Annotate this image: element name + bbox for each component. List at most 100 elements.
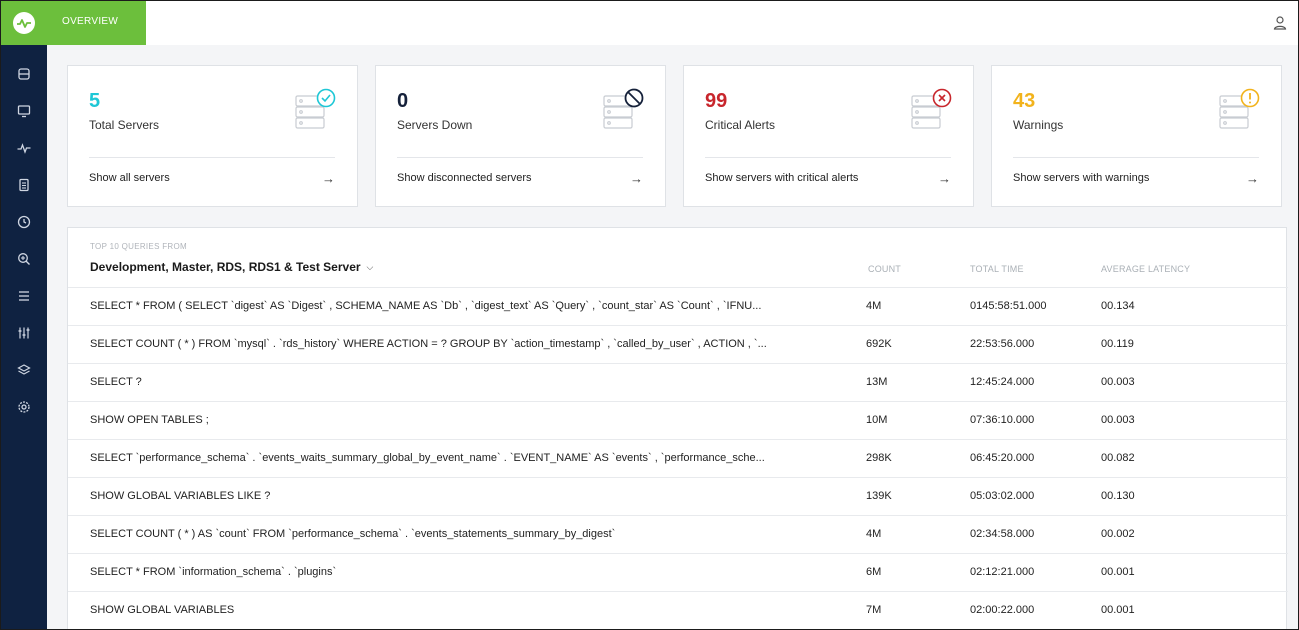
query-text: SELECT COUNT ( * ) AS `count` FROM `perf…: [90, 528, 616, 540]
card-value: 0: [397, 90, 409, 112]
sidebar-item-activity[interactable]: [1, 129, 47, 166]
user-icon[interactable]: [1272, 15, 1288, 31]
arrow-right-icon: →: [630, 170, 643, 186]
query-latency: 00.119: [1101, 338, 1134, 350]
query-text: SELECT * FROM ( SELECT `digest` AS `Dige…: [90, 300, 762, 312]
table-row[interactable]: SELECT COUNT ( * ) FROM `mysql` . `rds_h…: [68, 325, 1288, 363]
query-count: 298K: [866, 452, 892, 464]
list-icon: [19, 290, 29, 301]
table-row[interactable]: SELECT * FROM `information_schema` . `pl…: [68, 553, 1288, 591]
query-count: 6M: [866, 566, 882, 578]
top-queries-panel: TOP 10 QUERIES FROM Development, Master,…: [67, 227, 1288, 629]
server-group-dropdown[interactable]: Development, Master, RDS, RDS1 & Test Se…: [90, 260, 373, 274]
sidebar-item-settings[interactable]: [1, 388, 47, 425]
query-text: SELECT `performance_schema` . `events_wa…: [90, 452, 765, 464]
server-prohibited-icon: [603, 88, 644, 129]
query-latency: 00.134: [1101, 300, 1135, 312]
server-group-label: Development, Master, RDS, RDS1 & Test Se…: [90, 260, 361, 274]
query-count: 4M: [866, 528, 882, 540]
server-check-icon: [295, 88, 336, 129]
query-count: 692K: [866, 338, 892, 350]
show-critical-servers-link[interactable]: Show servers with critical alerts →: [705, 166, 951, 190]
column-header-count[interactable]: COUNT: [868, 264, 901, 274]
query-text: SELECT COUNT ( * ) FROM `mysql` . `rds_h…: [90, 338, 767, 350]
app-window: OVERVIEW 5 Total Servers Show all server…: [0, 0, 1299, 630]
card-link-label: Show servers with critical alerts: [705, 172, 859, 184]
top-bar: OVERVIEW: [47, 1, 1298, 45]
card-value: 99: [705, 90, 728, 112]
database-icon: [18, 67, 30, 80]
show-all-servers-link[interactable]: Show all servers →: [89, 166, 335, 190]
tab-overview[interactable]: OVERVIEW: [47, 1, 146, 45]
query-count: 10M: [866, 414, 888, 426]
column-header-average-latency[interactable]: AVERAGE LATENCY: [1101, 264, 1190, 274]
table-row[interactable]: SHOW GLOBAL VARIABLES 7M 02:00:22.000 00.00…: [68, 591, 1288, 629]
sidebar-item-history[interactable]: [1, 203, 47, 240]
server-exclamation-icon: [1219, 88, 1260, 129]
table-row[interactable]: SELECT ? 13M 12:45:24.000 00.003: [68, 363, 1288, 401]
card-label: Total Servers: [89, 118, 160, 132]
card-value: 43: [1013, 90, 1036, 112]
pulse-logo-icon: [13, 12, 35, 34]
query-latency: 00.001: [1101, 604, 1135, 616]
query-text: SELECT ?: [90, 376, 142, 388]
sidebar-item-monitor[interactable]: [1, 92, 47, 129]
query-text: SHOW OPEN TABLES ;: [90, 414, 209, 426]
table-row[interactable]: SELECT COUNT ( * ) AS `count` FROM `perf…: [68, 515, 1288, 553]
card-link-label: Show disconnected servers: [397, 172, 532, 184]
arrow-right-icon: →: [1246, 170, 1259, 186]
document-icon: [19, 178, 29, 191]
query-latency: 00.002: [1101, 528, 1135, 540]
query-latency: 00.082: [1101, 452, 1135, 464]
sidebar: [1, 1, 47, 629]
query-text: SELECT * FROM `information_schema` . `pl…: [90, 566, 337, 578]
query-total-time: 12:45:24.000: [970, 376, 1035, 388]
query-total-time: 02:00:22.000: [970, 604, 1035, 616]
sidebar-item-layers[interactable]: [1, 351, 47, 388]
logo[interactable]: [1, 1, 47, 45]
card-link-label: Show servers with warnings: [1013, 172, 1150, 184]
queries-table: SELECT * FROM ( SELECT `digest` AS `Dige…: [68, 287, 1288, 629]
sidebar-item-databases[interactable]: [1, 55, 47, 92]
query-count: 7M: [866, 604, 882, 616]
sidebar-item-tuning[interactable]: [1, 314, 47, 351]
card-link-label: Show all servers: [89, 172, 170, 184]
chevron-down-icon: ⌵: [366, 261, 374, 272]
arrow-right-icon: →: [938, 170, 951, 186]
query-total-time: 05:03:02.000: [970, 490, 1035, 502]
server-x-circle-icon: [911, 88, 952, 129]
query-total-time: 0145:58:51.000: [970, 300, 1047, 312]
show-disconnected-servers-link[interactable]: Show disconnected servers →: [397, 166, 643, 190]
table-row[interactable]: SHOW GLOBAL VARIABLES LIKE ? 139K 05:03:02…: [68, 477, 1288, 515]
query-count: 13M: [866, 376, 888, 388]
monitor-icon: [17, 104, 31, 117]
sidebar-item-reports[interactable]: [1, 166, 47, 203]
card-divider: [705, 157, 951, 158]
query-latency: 00.001: [1101, 566, 1135, 578]
show-warning-servers-link[interactable]: Show servers with warnings →: [1013, 166, 1259, 190]
query-count: 4M: [866, 300, 882, 312]
query-latency: 00.130: [1101, 490, 1135, 502]
panel-subtitle: TOP 10 QUERIES FROM: [90, 242, 187, 251]
card-divider: [89, 157, 335, 158]
card-critical-alerts: 99 Critical Alerts Show servers with cri…: [683, 65, 974, 207]
overview-content: 5 Total Servers Show all servers → 0 Ser…: [47, 45, 1298, 629]
table-row[interactable]: SELECT * FROM ( SELECT `digest` AS `Dige…: [68, 287, 1288, 325]
query-total-time: 02:12:21.000: [970, 566, 1035, 578]
card-divider: [1013, 157, 1259, 158]
query-total-time: 07:36:10.000: [970, 414, 1035, 426]
sidebar-item-list[interactable]: [1, 277, 47, 314]
sliders-icon: [18, 327, 30, 338]
card-label: Critical Alerts: [705, 118, 776, 132]
card-label: Servers Down: [397, 118, 473, 132]
card-total-servers: 5 Total Servers Show all servers →: [67, 65, 358, 207]
table-row[interactable]: SELECT `performance_schema` . `events_wa…: [68, 439, 1288, 477]
table-row[interactable]: SHOW OPEN TABLES ; 10M 07:36:10.000 00.003: [68, 401, 1288, 439]
card-label: Warnings: [1013, 118, 1064, 132]
activity-icon: [17, 142, 31, 154]
card-divider: [397, 157, 643, 158]
column-header-total-time[interactable]: TOTAL TIME: [970, 264, 1024, 274]
card-value: 5: [89, 90, 101, 112]
query-text: SHOW GLOBAL VARIABLES: [90, 604, 235, 616]
sidebar-item-search[interactable]: [1, 240, 47, 277]
